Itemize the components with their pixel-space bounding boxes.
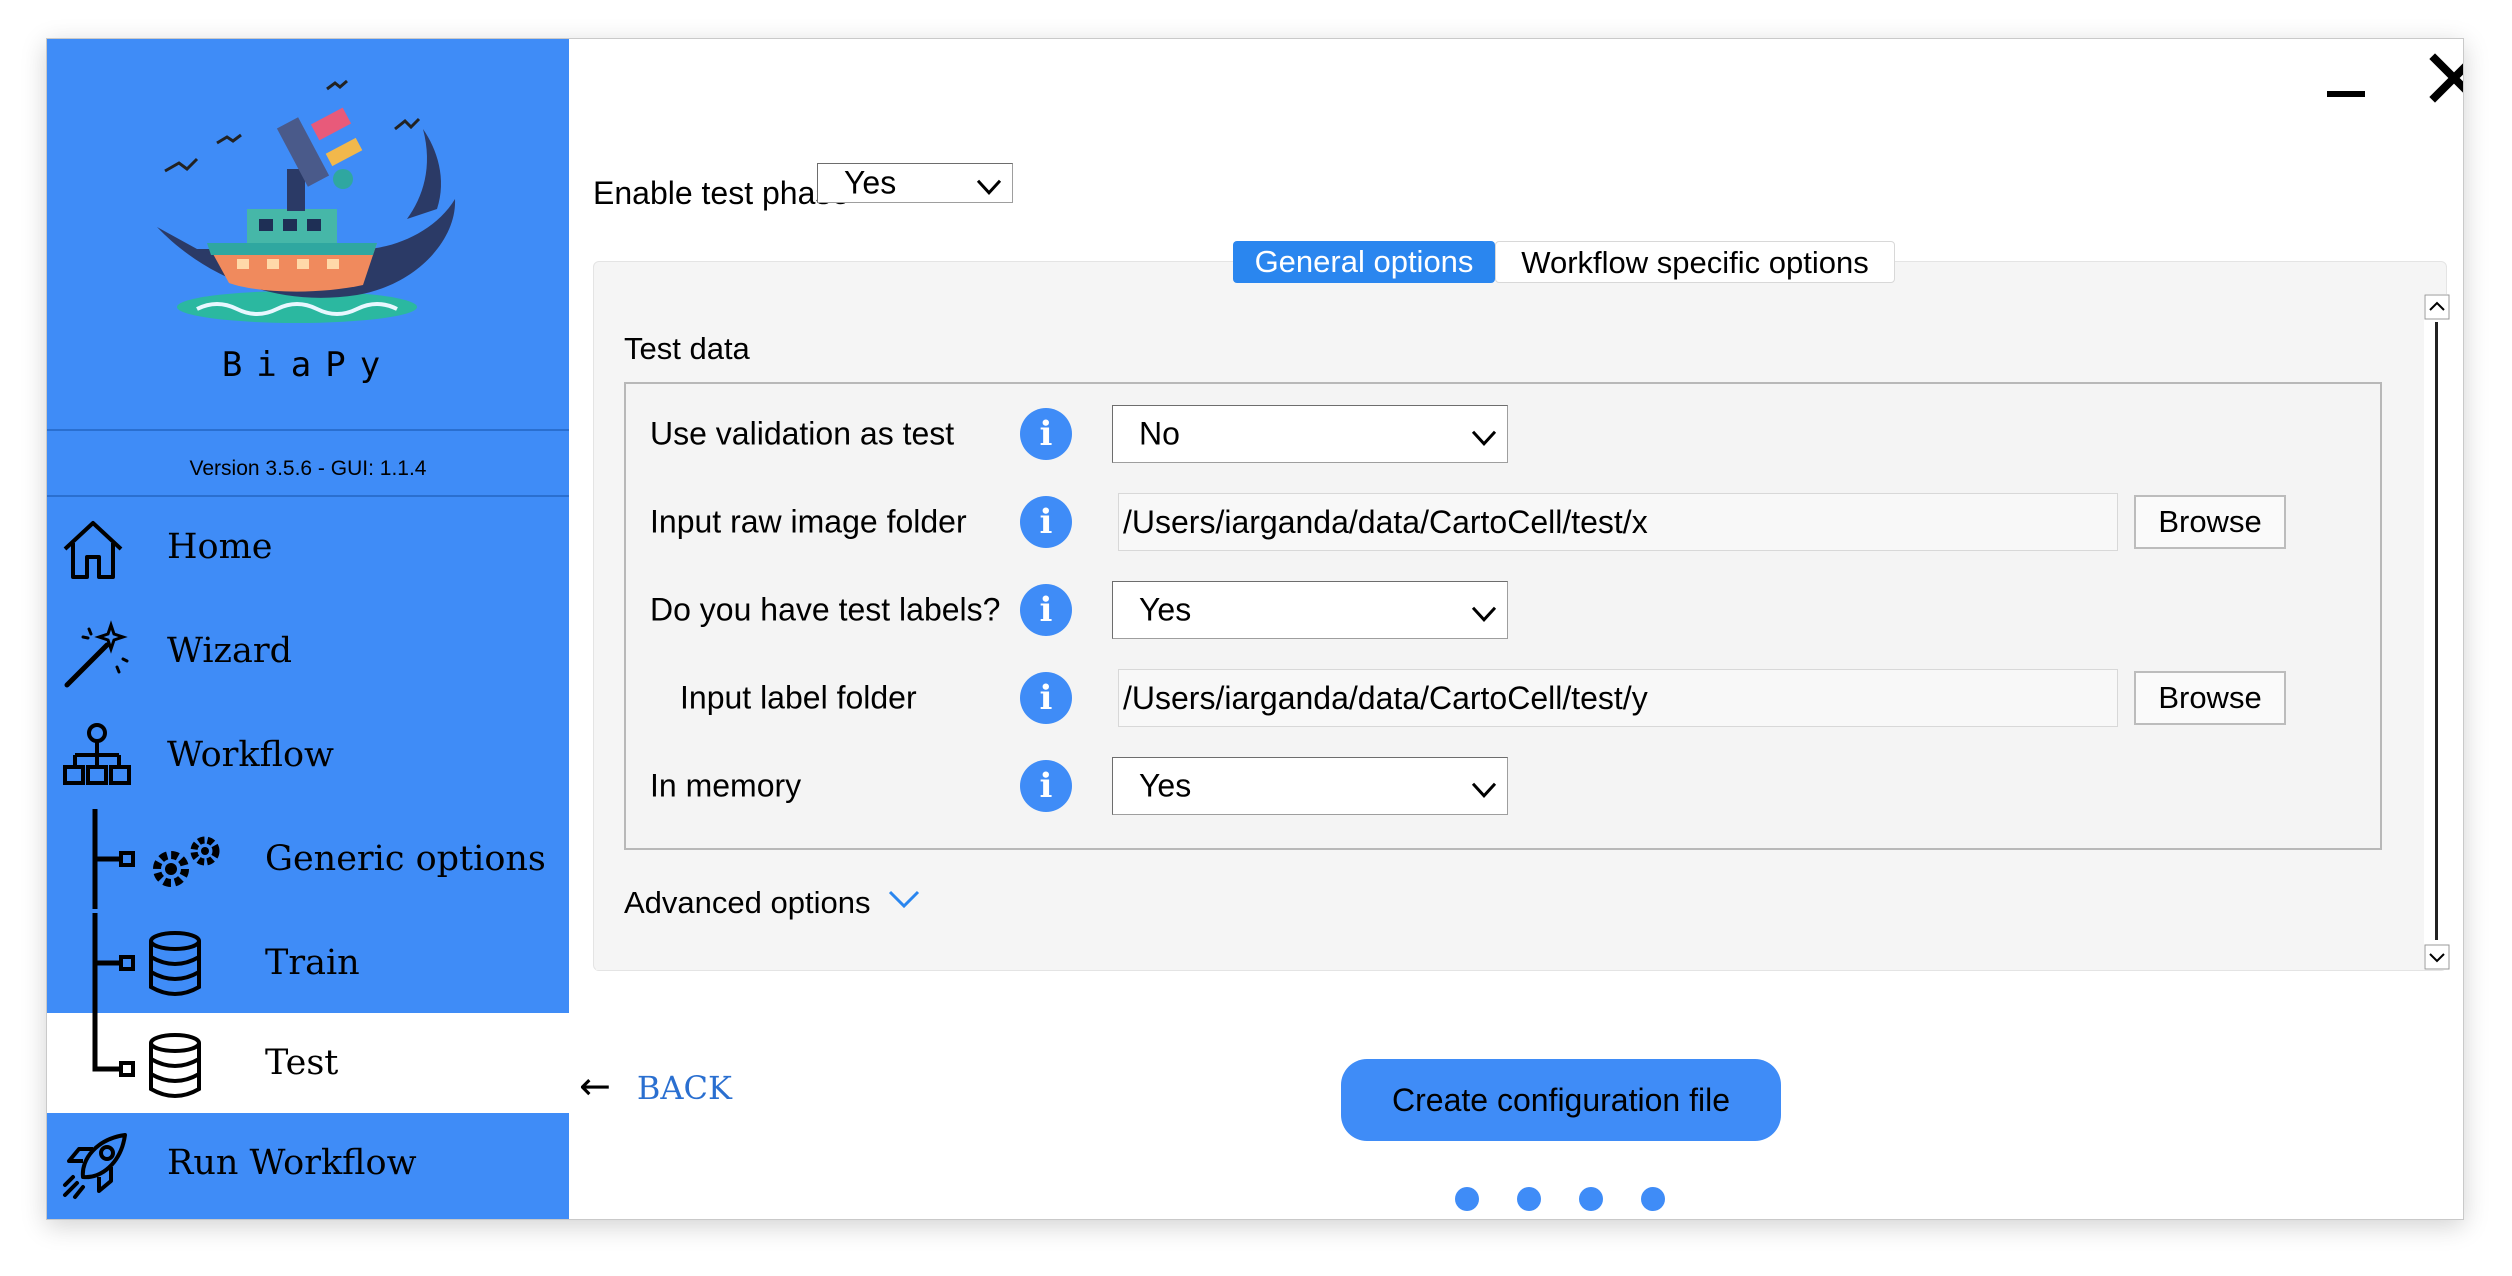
- sidebar-item-wizard[interactable]: Wizard: [47, 601, 569, 701]
- sidebar-item-home[interactable]: Home: [47, 497, 569, 597]
- sidebar-divider: [47, 429, 569, 431]
- logo-area: BiaPy: [47, 39, 569, 429]
- sidebar-item-generic-options[interactable]: Generic options: [47, 809, 569, 909]
- browse-label-folder-button[interactable]: Browse: [2134, 671, 2286, 725]
- sidebar-item-label: Generic options: [265, 839, 546, 879]
- enable-test-phase-label: Enable test phase: [593, 175, 850, 211]
- page-indicator-dot[interactable]: [1455, 1187, 1479, 1211]
- panel-content: Test data Use validation as test i No In…: [596, 294, 2424, 970]
- chevron-down-icon: [1471, 782, 1497, 798]
- browse-raw-image-button[interactable]: Browse: [2134, 495, 2286, 549]
- use-validation-as-test-label: Use validation as test: [650, 415, 955, 452]
- info-icon[interactable]: i: [1020, 496, 1072, 548]
- sidebar-item-train[interactable]: Train: [47, 913, 569, 1013]
- biapy-logo: [157, 79, 456, 323]
- database-icon: [149, 931, 201, 996]
- in-memory-label: In memory: [650, 767, 802, 804]
- gears-icon: [153, 836, 220, 887]
- scroll-up-icon[interactable]: [2424, 294, 2450, 320]
- options-panel: Test data Use validation as test i No In…: [593, 261, 2450, 971]
- input-label-folder-label: Input label folder: [680, 679, 917, 716]
- tree-branch-icon: [92, 913, 135, 1013]
- form-row: Use validation as test i No: [626, 390, 2380, 478]
- rocket-icon: [63, 1133, 127, 1199]
- scroll-down-icon[interactable]: [2424, 944, 2450, 970]
- magic-wand-icon: [64, 620, 129, 688]
- select-value: No: [1139, 415, 1180, 452]
- chevron-down-icon: [888, 890, 920, 909]
- app-window: BiaPy Version 3.5.6 - GUI: 1.1.4 Home Wi…: [46, 38, 2464, 1220]
- tab-general-options[interactable]: General options: [1233, 241, 1495, 283]
- version-label: Version 3.5.6 - GUI: 1.1.4: [189, 457, 427, 480]
- database-icon: [149, 1033, 201, 1098]
- sidebar-item-label: Train: [265, 943, 360, 983]
- raw-image-folder-field[interactable]: /Users/iarganda/data/CartoCell/test/x: [1118, 493, 2118, 551]
- sidebar-item-label: Home: [167, 527, 273, 567]
- sidebar: BiaPy Version 3.5.6 - GUI: 1.1.4 Home Wi…: [47, 39, 569, 1219]
- tab-workflow-specific-options[interactable]: Workflow specific options: [1495, 241, 1895, 283]
- select-value: Yes: [1139, 767, 1192, 804]
- form-row: In memory i Yes: [626, 742, 2380, 830]
- in-memory-select[interactable]: Yes: [1112, 757, 1508, 815]
- back-arrow-icon: ←: [579, 1064, 611, 1108]
- tree-branch-icon: [92, 809, 135, 909]
- info-icon[interactable]: i: [1020, 760, 1072, 812]
- tree-branch-end-icon: [92, 1013, 135, 1077]
- sidebar-item-test[interactable]: Test: [47, 1013, 569, 1113]
- info-icon[interactable]: i: [1020, 408, 1072, 460]
- select-value: Yes: [844, 164, 897, 201]
- app-name: BiaPy: [221, 345, 395, 385]
- page-indicator-dot[interactable]: [1517, 1187, 1541, 1211]
- have-test-labels-select[interactable]: Yes: [1112, 581, 1508, 639]
- advanced-options-label: Advanced options: [624, 885, 871, 920]
- advanced-options-toggle[interactable]: Advanced options: [624, 868, 920, 938]
- minimize-icon[interactable]: [2325, 69, 2367, 111]
- have-test-labels-label: Do you have test labels?: [650, 591, 1001, 628]
- main-area: Enable test phase Yes Test data Use vali…: [569, 39, 2464, 1219]
- chevron-down-icon: [976, 179, 1002, 195]
- input-raw-image-folder-label: Input raw image folder: [650, 503, 967, 540]
- chevron-down-icon: [1471, 430, 1497, 446]
- home-icon: [63, 521, 123, 579]
- sidebar-item-label: Workflow: [167, 735, 334, 775]
- workflow-tree-icon: [63, 723, 131, 785]
- vertical-scrollbar[interactable]: [2424, 294, 2450, 970]
- select-value: Yes: [1139, 591, 1192, 628]
- page-indicator-dot[interactable]: [1641, 1187, 1665, 1211]
- close-icon[interactable]: [2429, 53, 2464, 103]
- form-row: Input label folder i /Users/iarganda/dat…: [626, 654, 2380, 742]
- enable-test-phase-select[interactable]: Yes: [817, 163, 1013, 203]
- info-icon[interactable]: i: [1020, 584, 1072, 636]
- sidebar-item-run-workflow[interactable]: Run Workflow: [47, 1113, 569, 1213]
- sidebar-item-label: Run Workflow: [167, 1143, 417, 1183]
- scrollbar-track[interactable]: [2435, 322, 2438, 940]
- test-data-group: Use validation as test i No Input raw im…: [624, 382, 2382, 850]
- form-row: Input raw image folder i /Users/iarganda…: [626, 478, 2380, 566]
- sidebar-item-workflow[interactable]: Workflow: [47, 705, 569, 805]
- use-validation-as-test-select[interactable]: No: [1112, 405, 1508, 463]
- info-icon[interactable]: i: [1020, 672, 1072, 724]
- chevron-down-icon: [1471, 606, 1497, 622]
- page-indicator-dot[interactable]: [1579, 1187, 1603, 1211]
- back-button[interactable]: ← BACK: [579, 1061, 732, 1113]
- form-row: Do you have test labels? i Yes: [626, 566, 2380, 654]
- sidebar-item-label: Wizard: [167, 631, 292, 671]
- create-configuration-file-button[interactable]: Create configuration file: [1341, 1059, 1781, 1141]
- label-folder-field[interactable]: /Users/iarganda/data/CartoCell/test/y: [1118, 669, 2118, 727]
- sidebar-item-label: Test: [265, 1043, 339, 1083]
- back-label: BACK: [636, 1069, 732, 1107]
